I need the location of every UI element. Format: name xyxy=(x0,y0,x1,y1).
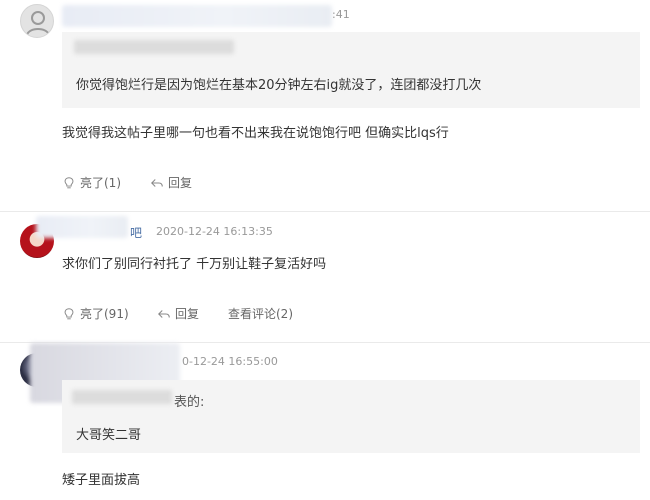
user-placeholder-icon xyxy=(26,11,50,36)
username-blurred xyxy=(62,5,332,27)
like-button[interactable]: 亮了(1) xyxy=(62,174,121,191)
comment-1: :41 你觉得饱烂行是因为饱烂在基本20分钟左右ig就没了，连团都没打几次 我觉… xyxy=(0,0,650,212)
view-comments-label: 查看评论(2) xyxy=(228,307,293,321)
quote-author-blurred xyxy=(72,390,172,404)
comment-3: 0-12-24 16:55:00 表的: 大哥笑二哥 矮子里面拔高 xyxy=(0,343,650,500)
comment-time: 2020-12-24 16:13:35 xyxy=(156,225,273,238)
comment-time: 0-12-24 16:55:00 xyxy=(182,355,278,368)
quote-author-blurred xyxy=(74,40,234,54)
comment-2: 吧 2020-12-24 16:13:35 求你们了别同行衬托了 千万别让鞋子复… xyxy=(0,212,650,342)
quote-text: 大哥笑二哥 xyxy=(76,428,142,443)
comment-body: 求你们了别同行衬托了 千万别让鞋子复活好吗 xyxy=(62,257,327,272)
quote-text: 你觉得饱烂行是因为饱烂在基本20分钟左右ig就没了，连团都没打几次 xyxy=(76,78,482,93)
bulb-icon xyxy=(64,307,74,319)
reply-label: 回复 xyxy=(168,176,193,190)
like-button[interactable]: 亮了(91) xyxy=(62,305,129,322)
reply-label: 回复 xyxy=(175,307,200,321)
reply-button[interactable]: 回复 xyxy=(157,305,199,322)
comment-body: 我觉得我这帖子里哪一句也看不出来我在说饱饱行吧 但确实比lqs行 xyxy=(62,126,449,141)
like-label: 亮了(91) xyxy=(80,307,129,321)
view-comments-button[interactable]: 查看评论(2) xyxy=(228,305,293,322)
reply-icon xyxy=(158,309,170,318)
username-suffix[interactable]: 吧 xyxy=(130,224,142,241)
reply-icon xyxy=(151,178,163,187)
avatar[interactable] xyxy=(20,4,54,38)
quote-block: 你觉得饱烂行是因为饱烂在基本20分钟左右ig就没了，连团都没打几次 xyxy=(62,32,640,108)
reply-button[interactable]: 回复 xyxy=(150,174,192,191)
like-label: 亮了(1) xyxy=(80,176,121,190)
quote-author-suffix: 表的: xyxy=(174,395,205,410)
comment-body: 矮子里面拔高 xyxy=(62,473,141,488)
username-blurred xyxy=(36,216,128,238)
bulb-icon xyxy=(64,176,74,188)
quote-block: 表的: 大哥笑二哥 xyxy=(62,380,640,453)
comment-time: :41 xyxy=(332,8,350,21)
